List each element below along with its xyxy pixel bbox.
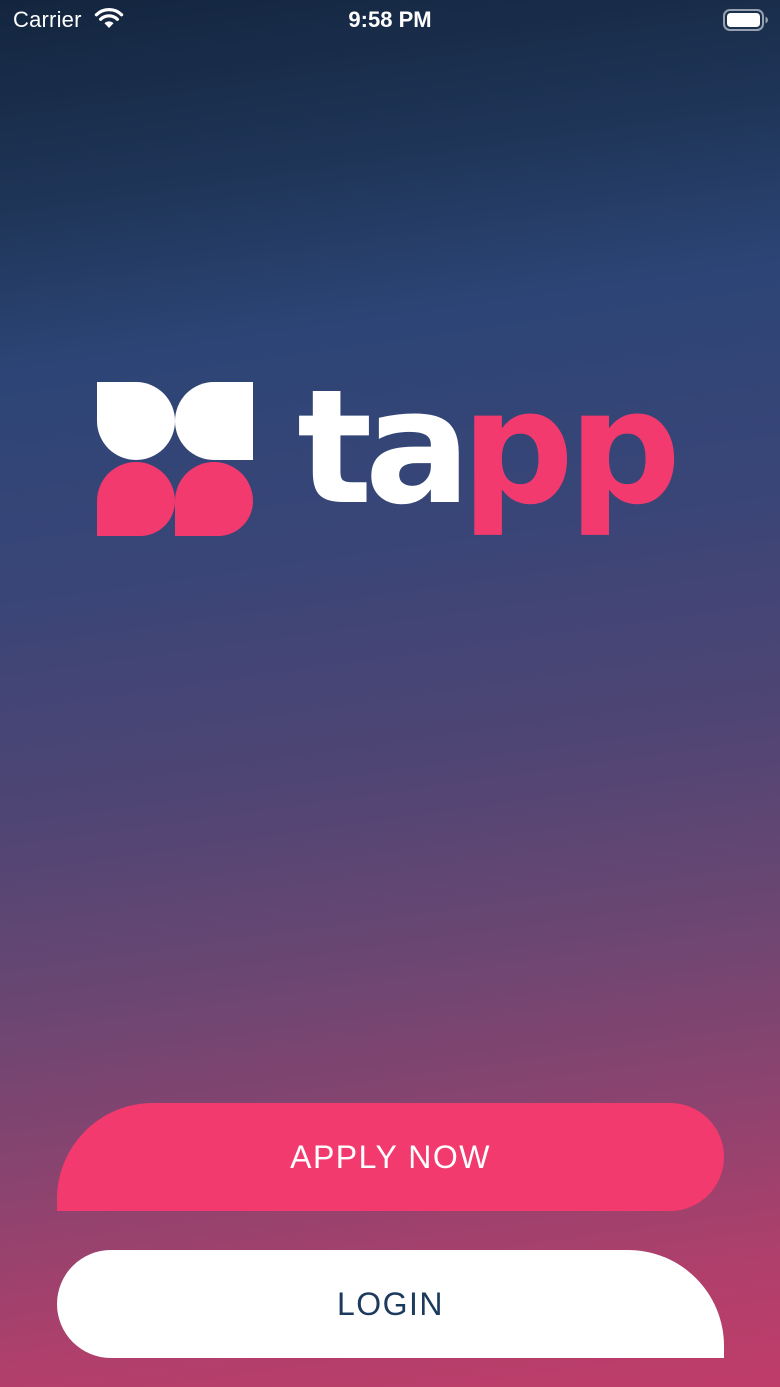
logo-text-accent: pp <box>461 378 675 540</box>
battery-icon <box>723 9 768 31</box>
login-button[interactable]: LOGIN <box>57 1250 724 1358</box>
tapp-logo-mark-icon: ta pp <box>97 356 681 540</box>
apply-now-button[interactable]: APPLY NOW <box>57 1103 724 1211</box>
apply-now-label: APPLY NOW <box>290 1138 491 1175</box>
tapp-logo: ta pp <box>97 356 687 543</box>
status-bar: Carrier 9:58 PM <box>0 0 780 40</box>
status-time: 9:58 PM <box>348 7 432 32</box>
logo-text-light: ta <box>297 378 463 540</box>
login-label: LOGIN <box>336 1285 445 1322</box>
